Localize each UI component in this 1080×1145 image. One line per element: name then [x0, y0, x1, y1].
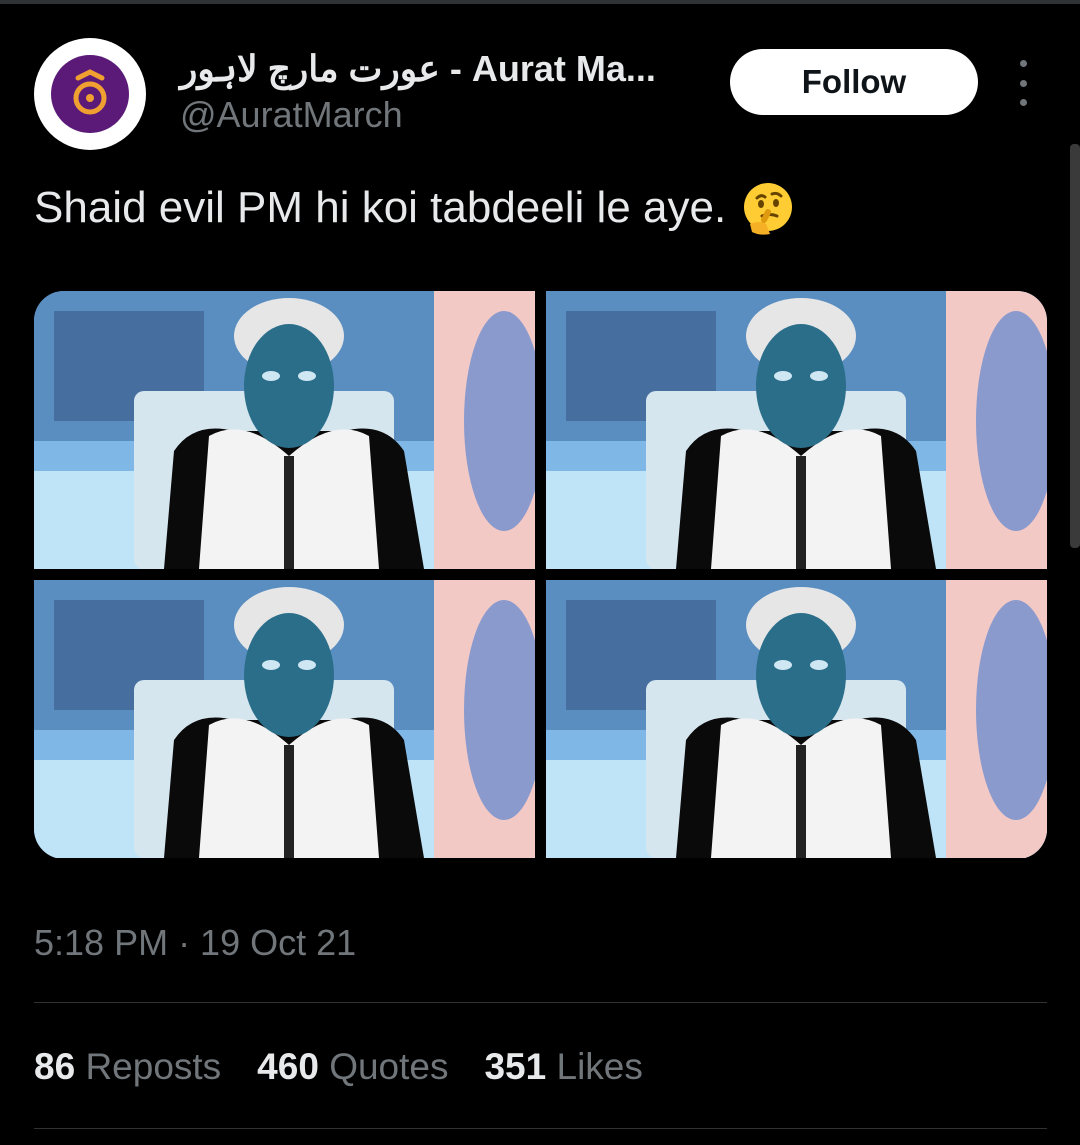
- reposts-label: Reposts: [85, 1046, 222, 1087]
- media-image[interactable]: [34, 580, 535, 858]
- likes-stat[interactable]: 351 Likes: [484, 1046, 642, 1088]
- author-display-name[interactable]: عورت مارچ لاہور - Aurat Ma...: [180, 44, 656, 94]
- likes-count: 351: [484, 1046, 547, 1087]
- divider: [34, 1002, 1047, 1003]
- scrollbar[interactable]: [1070, 144, 1080, 548]
- thinking-face-icon: [744, 183, 793, 235]
- reposts-stat[interactable]: 86 Reposts: [34, 1046, 221, 1088]
- avatar[interactable]: [34, 38, 146, 150]
- follow-button[interactable]: Follow: [730, 49, 978, 115]
- quotes-count: 460: [257, 1046, 319, 1087]
- divider: [34, 1128, 1047, 1129]
- more-options-icon[interactable]: [1010, 60, 1036, 106]
- media-grid[interactable]: [34, 291, 1047, 859]
- dot: [1019, 79, 1027, 87]
- quotes-label: Quotes: [329, 1046, 449, 1087]
- quotes-stat[interactable]: 460 Quotes: [257, 1046, 448, 1088]
- dot: [1019, 60, 1027, 67]
- likes-label: Likes: [556, 1046, 643, 1087]
- avatar-logo: [51, 55, 129, 133]
- reposts-count: 86: [34, 1046, 76, 1087]
- media-image[interactable]: [34, 291, 535, 569]
- author-handle[interactable]: @AuratMarch: [180, 94, 403, 136]
- top-divider: [0, 0, 1080, 4]
- dot: [1019, 99, 1027, 106]
- tweet-timestamp[interactable]: 5:18 PM · 19 Oct 21: [34, 922, 356, 964]
- tweet-text: Shaid evil PM hi koi tabdeeli le aye.: [34, 183, 727, 232]
- tweet-text-row: Shaid evil PM hi koi tabdeeli le aye.: [34, 180, 796, 236]
- media-image[interactable]: [546, 291, 1047, 569]
- logo-icon: [73, 69, 107, 115]
- media-image[interactable]: [546, 580, 1047, 858]
- engagement-stats: 86 Reposts 460 Quotes 351 Likes: [34, 1046, 643, 1088]
